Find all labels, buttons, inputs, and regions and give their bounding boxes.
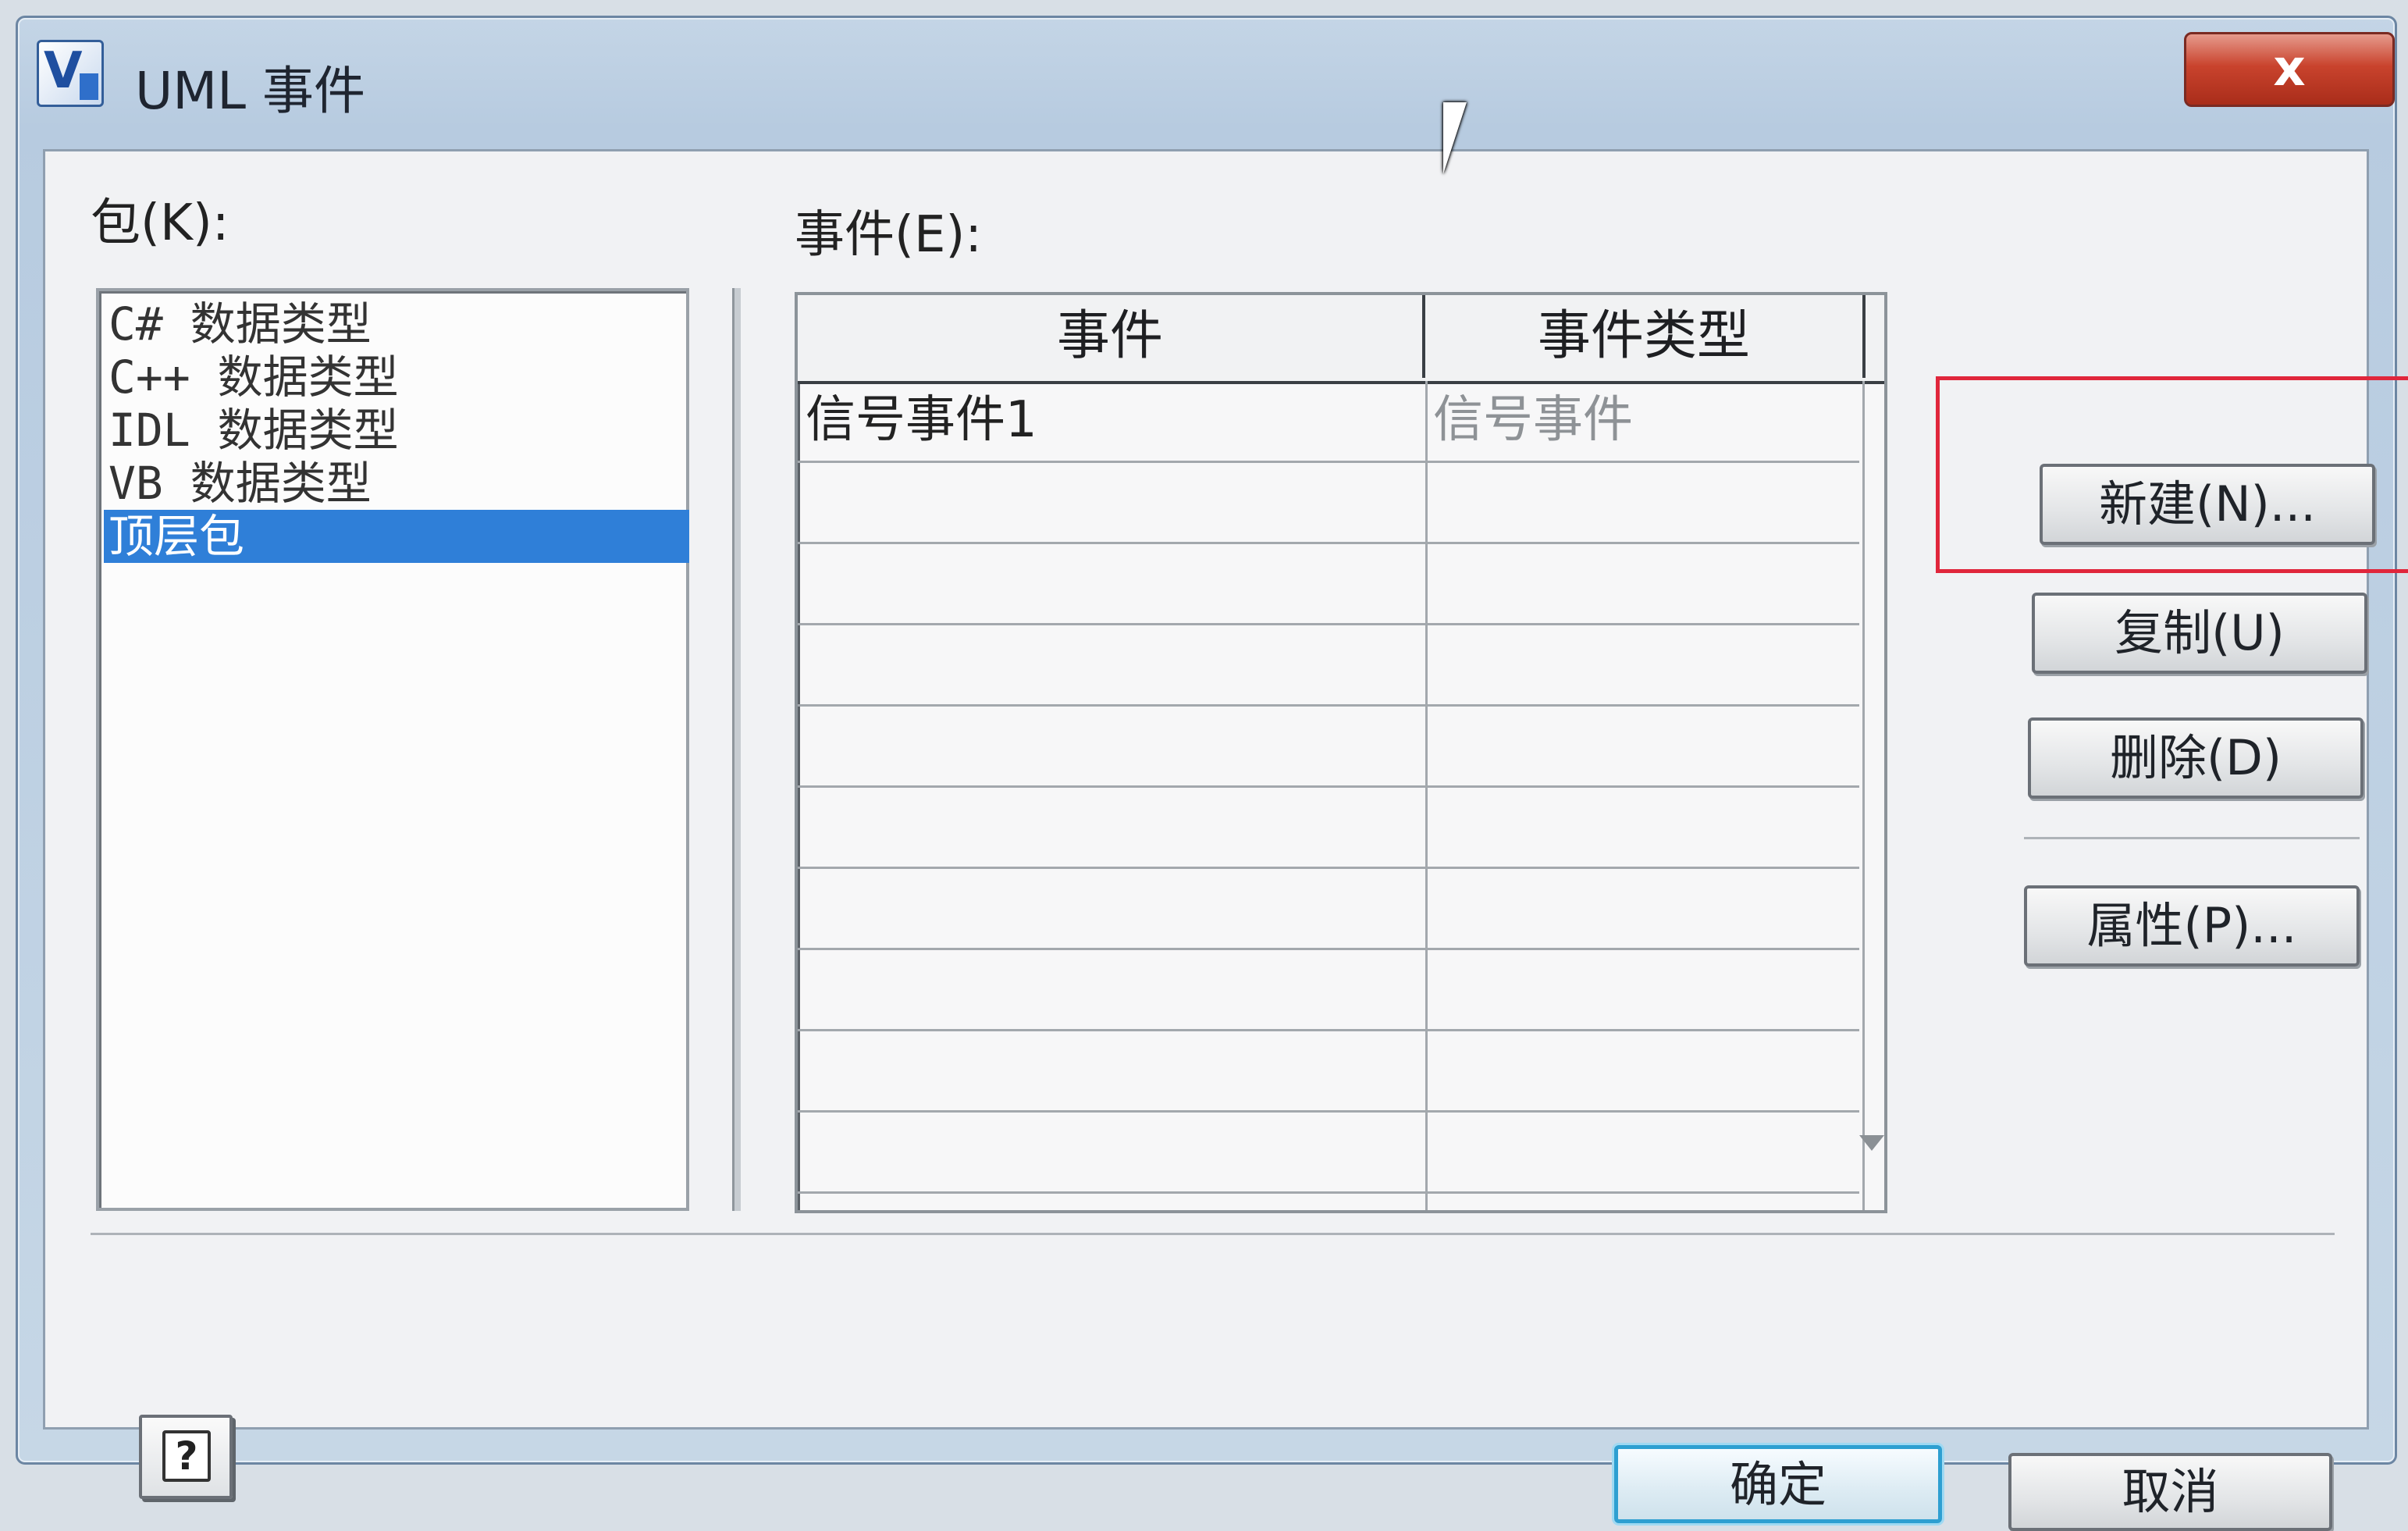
package-item-idl[interactable]: IDL 数据类型	[104, 404, 399, 457]
column-header-event-type[interactable]: 事件类型	[1425, 295, 1866, 378]
help-button[interactable]: ?	[139, 1415, 233, 1499]
events-label: 事件(E):	[795, 206, 982, 264]
table-row[interactable]	[798, 706, 1859, 788]
table-row[interactable]	[798, 1031, 1859, 1113]
scroll-down-icon[interactable]	[1859, 1135, 1884, 1151]
table-row[interactable]	[798, 787, 1859, 869]
delete-button[interactable]: 删除(D)	[2028, 717, 2364, 799]
grid-body: 信号事件1 信号事件	[798, 381, 1884, 1210]
properties-button[interactable]: 属性(P)...	[2024, 885, 2360, 967]
cancel-button[interactable]: 取消	[2008, 1453, 2332, 1531]
grid-header: 事件 事件类型	[798, 295, 1884, 384]
packages-list[interactable]: C# 数据类型 C++ 数据类型 IDL 数据类型 VB 数据类型 顶层包	[96, 288, 689, 1211]
divider	[2024, 837, 2360, 839]
packages-label: 包(K):	[91, 194, 229, 252]
new-button[interactable]: 新建(N)...	[2040, 464, 2375, 545]
divider	[91, 1233, 2335, 1235]
table-row[interactable]	[798, 543, 1859, 625]
event-name-cell[interactable]: 信号事件1	[806, 381, 1422, 461]
ok-button[interactable]: 确定	[1614, 1445, 1942, 1523]
package-item-csharp[interactable]: C# 数据类型	[104, 297, 372, 351]
table-row[interactable]	[798, 625, 1859, 707]
events-grid[interactable]: 事件 事件类型 信号事件1 信号事件	[795, 292, 1887, 1213]
package-item-vb[interactable]: VB 数据类型	[104, 457, 372, 510]
visio-app-icon: V	[37, 40, 104, 107]
table-row[interactable]	[798, 868, 1859, 950]
dialog-title: UML 事件	[135, 61, 366, 121]
package-item-cpp[interactable]: C++ 数据类型	[104, 351, 399, 404]
copy-button[interactable]: 复制(U)	[2032, 593, 2367, 674]
table-row[interactable]	[798, 949, 1859, 1031]
column-header-event[interactable]: 事件	[798, 295, 1425, 378]
event-type-cell[interactable]: 信号事件	[1433, 381, 1855, 461]
table-row[interactable]: 信号事件1 信号事件	[798, 381, 1859, 463]
dialog-body: 包(K): C# 数据类型 C++ 数据类型 IDL 数据类型 VB 数据类型 …	[43, 149, 2408, 1531]
mouse-pointer-icon	[1443, 102, 1467, 174]
table-row[interactable]	[798, 462, 1859, 544]
uml-events-dialog: V UML 事件 x 包(K): C# 数据类型 C++ 数据类型 IDL 数据…	[16, 16, 2408, 1531]
pane-splitter[interactable]	[732, 288, 741, 1211]
title-bar[interactable]: V UML 事件 x	[18, 18, 2395, 151]
table-row[interactable]	[798, 1112, 1859, 1194]
package-item-top-level[interactable]: 顶层包	[104, 510, 689, 563]
close-button[interactable]: x	[2184, 32, 2395, 107]
help-icon: ?	[162, 1430, 211, 1482]
